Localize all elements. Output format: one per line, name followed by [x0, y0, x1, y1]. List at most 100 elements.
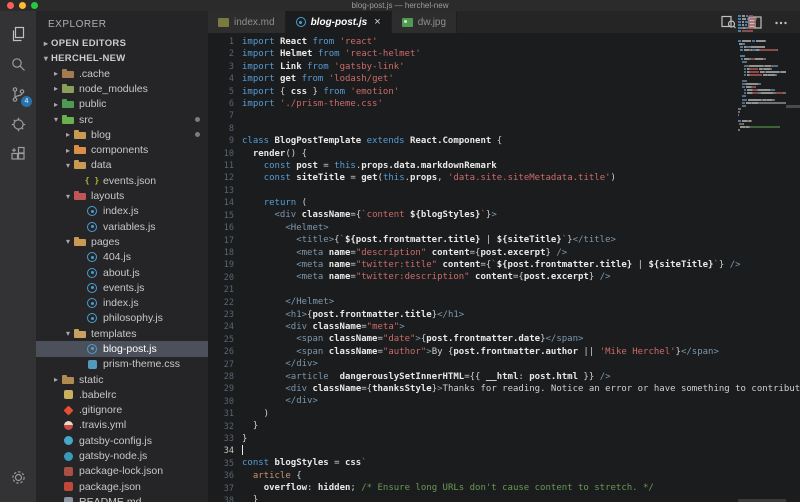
- line-number[interactable]: 36: [208, 470, 234, 482]
- line-number[interactable]: 38: [208, 495, 234, 502]
- code-line[interactable]: [242, 445, 800, 457]
- tree-item-.babelrc[interactable]: .babelrc: [36, 387, 208, 402]
- code-line[interactable]: }: [242, 433, 800, 445]
- code-line[interactable]: </Helmet>: [242, 296, 800, 308]
- tree-item-data[interactable]: ▾data: [36, 158, 208, 173]
- code-line[interactable]: <article dangerouslySetInnerHTML={{ __ht…: [242, 371, 800, 383]
- code-line[interactable]: const siteTitle = get(this.props, 'data.…: [242, 172, 800, 184]
- tree-item-events.js[interactable]: events.js: [36, 280, 208, 295]
- code-line[interactable]: import get from 'lodash/get': [242, 73, 800, 85]
- tree-item-package.json[interactable]: package.json: [36, 479, 208, 494]
- tree-item-about.js[interactable]: about.js: [36, 265, 208, 280]
- tree-item-.travis.yml[interactable]: .travis.yml: [36, 418, 208, 433]
- tree-item-templates[interactable]: ▾templates: [36, 326, 208, 341]
- vertical-scrollbar[interactable]: [786, 33, 800, 502]
- line-number[interactable]: 2: [208, 48, 234, 60]
- line-number[interactable]: 8: [208, 123, 234, 135]
- code-line[interactable]: [242, 284, 800, 296]
- code-line[interactable]: </div>: [242, 358, 800, 370]
- debug-icon[interactable]: [0, 109, 36, 139]
- code-line[interactable]: ): [242, 408, 800, 420]
- explorer-icon[interactable]: [0, 19, 36, 49]
- line-number[interactable]: 22: [208, 297, 234, 309]
- code-line[interactable]: <h1>{post.frontmatter.title}</h1>: [242, 309, 800, 321]
- line-number[interactable]: 3: [208, 61, 234, 73]
- line-number[interactable]: 9: [208, 135, 234, 147]
- line-number[interactable]: 15: [208, 210, 234, 222]
- code-line[interactable]: <span className="date">{post.frontmatter…: [242, 333, 800, 345]
- root-folder-section[interactable]: ▾ HERCHEL-NEW: [36, 51, 208, 66]
- code-line[interactable]: import Helmet from 'react-helmet': [242, 48, 800, 60]
- code-line[interactable]: <div className={thanksStyle}>Thanks for …: [242, 383, 800, 395]
- settings-icon[interactable]: [0, 462, 36, 492]
- extensions-icon[interactable]: [0, 139, 36, 169]
- tree-item-README.md[interactable]: README.md: [36, 494, 208, 502]
- zoom-button[interactable]: [31, 2, 38, 9]
- code-line[interactable]: [242, 185, 800, 197]
- line-number[interactable]: 29: [208, 383, 234, 395]
- code-line[interactable]: import { css } from 'emotion': [242, 86, 800, 98]
- line-number[interactable]: 21: [208, 284, 234, 296]
- line-number[interactable]: 30: [208, 396, 234, 408]
- code-line[interactable]: import React from 'react': [242, 36, 800, 48]
- line-number[interactable]: 26: [208, 346, 234, 358]
- tree-item-gatsby-node.js[interactable]: gatsby-node.js: [36, 448, 208, 463]
- line-number[interactable]: 12: [208, 172, 234, 184]
- line-number[interactable]: 14: [208, 197, 234, 209]
- tree-item-blog[interactable]: ▸blog: [36, 127, 208, 142]
- tree-item-components[interactable]: ▸components: [36, 142, 208, 157]
- code-content[interactable]: import React from 'react'import Helmet f…: [242, 36, 800, 502]
- line-number[interactable]: 19: [208, 259, 234, 271]
- line-number[interactable]: 37: [208, 483, 234, 495]
- search-icon[interactable]: [0, 49, 36, 79]
- tree-item-404.js[interactable]: 404.js: [36, 250, 208, 265]
- line-number[interactable]: 34: [208, 445, 234, 457]
- line-number[interactable]: 1: [208, 36, 234, 48]
- code-line[interactable]: <div className="meta">: [242, 321, 800, 333]
- tree-item-public[interactable]: ▸public: [36, 97, 208, 112]
- code-line[interactable]: <title>{`${post.frontmatter.title} | ${s…: [242, 234, 800, 246]
- tree-item-package-lock.json[interactable]: package-lock.json: [36, 464, 208, 479]
- tree-item-src[interactable]: ▾src: [36, 112, 208, 127]
- tree-item-gatsby-config.js[interactable]: gatsby-config.js: [36, 433, 208, 448]
- code-editor[interactable]: 1234567891011121314151617181920212223242…: [208, 33, 800, 502]
- code-line[interactable]: <span className="author">By {post.frontm…: [242, 346, 800, 358]
- tree-item-node_modules[interactable]: ▸node_modules: [36, 81, 208, 96]
- code-line[interactable]: const post = this.props.data.markdownRem…: [242, 160, 800, 172]
- tree-item-philosophy.js[interactable]: philosophy.js: [36, 311, 208, 326]
- line-number[interactable]: 28: [208, 371, 234, 383]
- line-number[interactable]: 7: [208, 110, 234, 122]
- code-line[interactable]: class BlogPostTemplate extends React.Com…: [242, 135, 800, 147]
- code-line[interactable]: <meta name="twitter:title" content={`${p…: [242, 259, 800, 271]
- tab-blog-post.js[interactable]: blog-post.js×: [286, 11, 392, 33]
- tab-index.md[interactable]: index.md: [208, 11, 286, 33]
- open-editors-section[interactable]: ▸ OPEN EDITORS: [36, 36, 208, 51]
- tree-item-static[interactable]: ▸static: [36, 372, 208, 387]
- tab-dw.jpg[interactable]: dw.jpg: [392, 11, 457, 33]
- line-number[interactable]: 31: [208, 408, 234, 420]
- source-control-icon[interactable]: 4: [0, 79, 36, 109]
- tree-item-pages[interactable]: ▾pages: [36, 234, 208, 249]
- tree-item-events.json[interactable]: { }events.json: [36, 173, 208, 188]
- line-number[interactable]: 10: [208, 148, 234, 160]
- code-line[interactable]: }: [242, 420, 800, 432]
- close-button[interactable]: [7, 2, 14, 9]
- code-line[interactable]: article {: [242, 470, 800, 482]
- tree-item-variables.js[interactable]: variables.js: [36, 219, 208, 234]
- tree-item-.cache[interactable]: ▸.cache: [36, 66, 208, 81]
- line-number[interactable]: 32: [208, 421, 234, 433]
- code-line[interactable]: return (: [242, 197, 800, 209]
- open-preview-icon[interactable]: [721, 15, 736, 29]
- line-number[interactable]: 4: [208, 73, 234, 85]
- tree-item-blog-post.js[interactable]: blog-post.js: [36, 341, 208, 356]
- code-line[interactable]: import './prism-theme.css': [242, 98, 800, 110]
- code-line[interactable]: const blogStyles = css`: [242, 457, 800, 469]
- code-line[interactable]: import Link from 'gatsby-link': [242, 61, 800, 73]
- line-number[interactable]: 18: [208, 247, 234, 259]
- code-line[interactable]: overflow: hidden; /* Ensure long URLs do…: [242, 482, 800, 494]
- code-line[interactable]: render() {: [242, 148, 800, 160]
- line-number[interactable]: 27: [208, 359, 234, 371]
- code-line[interactable]: }: [242, 494, 800, 502]
- tree-item-.gitignore[interactable]: .gitignore: [36, 403, 208, 418]
- code-line[interactable]: <Helmet>: [242, 222, 800, 234]
